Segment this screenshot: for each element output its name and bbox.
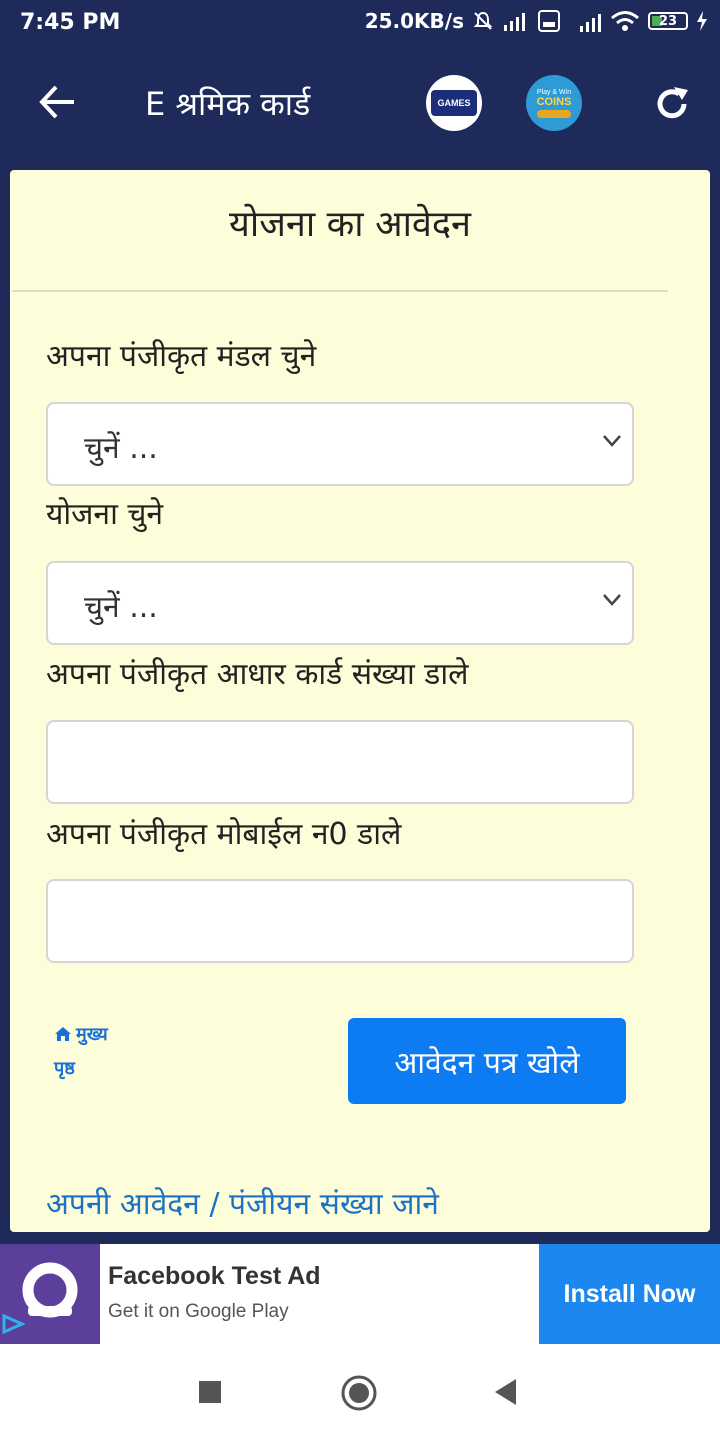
know-application-number-link[interactable]: अपनी आवेदन / पंजीयन संख्या जाने [46,1182,439,1223]
mandal-label: अपना पंजीकृत मंडल चुने [46,339,317,374]
home-icon [55,1027,71,1041]
app-title: E श्रमिक कार्ड [145,85,311,123]
system-nav-bar [0,1344,720,1440]
yojana-select-value: चुनें ... [84,590,158,625]
refresh-icon [657,87,688,119]
mandal-select-value: चुनें ... [84,431,158,466]
home-page-link[interactable]: मुख्य पृष्ठ [54,1018,154,1086]
yojana-label: योजना चुने [46,497,164,532]
charging-icon [697,11,707,31]
app-bar: E श्रमिक कार्ड GAMES Play & Win COINS [0,50,720,160]
form-title: योजना का आवेदन [229,204,471,245]
status-bar: 7:45 PM 25.0KB/s 23 [0,0,720,50]
ad-title: Facebook Test Ad [108,1262,321,1290]
home-link-line2: पृष्ठ [54,1058,75,1079]
games-logo-text: GAMES [431,90,477,116]
mobile-input[interactable] [46,879,634,963]
battery-icon: 23 [648,12,688,30]
coins-logo-text: COINS [536,95,572,108]
chevron-down-icon [603,435,621,447]
chevron-down-icon [603,594,621,606]
ad-logo-icon [2,1262,78,1335]
home-circle-icon[interactable] [340,1374,378,1412]
back-triangle-icon[interactable] [494,1378,518,1406]
volte-icon [538,10,560,32]
coins-logo-button[interactable]: Play & Win COINS [526,75,582,131]
open-application-button[interactable]: आवेदन पत्र खोले [348,1018,626,1104]
mobile-label: अपना पंजीकृत मोबाईल न0 डाले [46,817,402,852]
wifi-icon [611,11,639,31]
coins-logo-top: Play & Win [536,88,572,96]
battery-level: 23 [658,13,678,29]
ad-subtitle: Get it on Google Play [108,1301,289,1322]
net-speed: 25.0KB/s [364,9,464,33]
coins-pile-icon [537,109,571,118]
divider [12,290,668,292]
back-button[interactable] [36,80,80,124]
ad-install-button[interactable]: Install Now [539,1244,720,1344]
signal-4g-icon [580,14,601,32]
ad-app-icon[interactable] [0,1244,100,1344]
status-time: 7:45 PM [20,10,121,35]
signal-icon [504,13,525,31]
application-form-card: योजना का आवेदन अपना पंजीकृत मंडल चुने चु… [10,170,710,1232]
stop-square-icon[interactable] [198,1380,222,1404]
aadhaar-input[interactable] [46,720,634,804]
home-link-line1: मुख्य [76,1024,108,1045]
back-arrow-icon [39,85,74,119]
refresh-button[interactable] [652,84,692,124]
mute-icon [473,11,493,30]
mandal-select[interactable]: चुनें ... [46,402,634,486]
ad-banner[interactable]: Facebook Test Ad Get it on Google Play I… [0,1244,720,1344]
yojana-select[interactable]: चुनें ... [46,561,634,645]
status-icons: 25.0KB/s 23 [365,9,708,33]
aadhaar-label: अपना पंजीकृत आधार कार्ड संख्या डाले [46,657,469,692]
games-logo-button[interactable]: GAMES [426,75,482,131]
